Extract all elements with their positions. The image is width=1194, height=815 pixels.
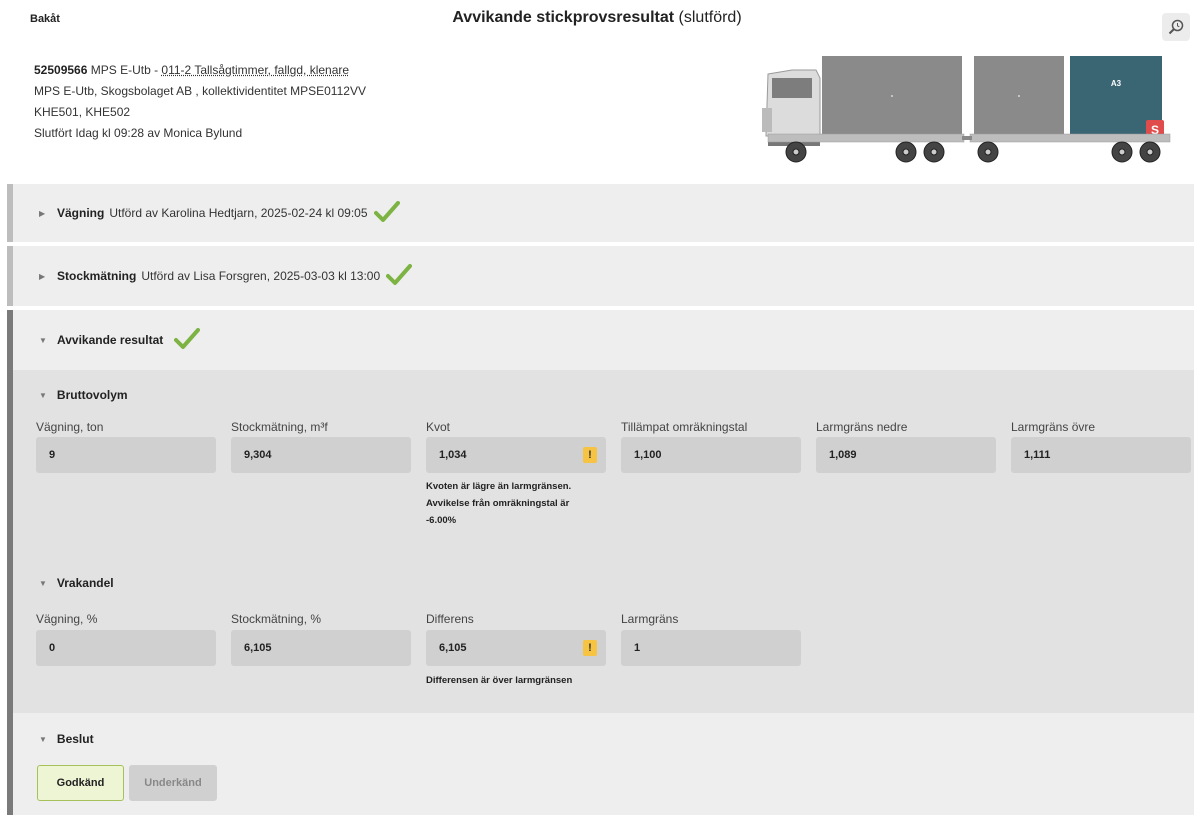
compartment-3-label: A3 (1111, 79, 1122, 88)
wheels (785, 141, 1161, 163)
search-icon (1168, 19, 1184, 35)
note-line: -6.00% (426, 515, 457, 526)
check-icon (373, 200, 400, 226)
field-alarm-upper: 1,111 (1011, 437, 1191, 473)
warning-icon: ! (583, 640, 597, 656)
gross-volume-title: Bruttovolym (56, 388, 128, 402)
compartment-2-label: - (1018, 91, 1021, 100)
gross-volume-header[interactable]: ▼ Bruttovolym (39, 388, 128, 402)
field-difference: 6,105 ! (426, 630, 606, 666)
difference-warning-note: Differensen är över larmgränsen (426, 675, 573, 686)
assortment-link[interactable]: 011-2 Tallsågtimmer, fallgd, klenare (161, 63, 349, 77)
expand-arrow-icon: ▶ (39, 271, 46, 281)
decision-title: Beslut (56, 732, 94, 746)
field-label: Larmgräns nedre (816, 420, 908, 434)
reject-button[interactable]: Underkänd (129, 765, 217, 801)
section-deviating-result[interactable]: ▼ Avvikande resultat (7, 310, 1194, 370)
ratio-warning-note: Kvoten är lägre än larmgränsen. Avvikels… (426, 478, 571, 529)
field-conversion-factor: 1,100 (621, 437, 801, 473)
page-status: (slutförd) (678, 9, 742, 26)
field-label: Tillämpat omräkningstal (621, 420, 748, 434)
note-line: Kvoten är lägre än larmgränsen. (426, 481, 572, 492)
field-alarm-lower: 1,089 (816, 437, 996, 473)
field-label: Vägning, % (36, 612, 98, 626)
field-weighing-ton: 9 (36, 437, 216, 473)
field-label: Larmgräns (621, 612, 679, 626)
field-label: Kvot (426, 420, 451, 434)
collapse-arrow-icon: ▼ (39, 335, 47, 345)
field-alarm-limit: 1 (621, 630, 801, 666)
collapse-arrow-icon: ▼ (39, 734, 47, 744)
info-line-3: KHE501, KHE502 (34, 105, 131, 119)
reject-share-panel: ▼ Vrakandel Vägning, % 0 Stockmätning, %… (7, 562, 1194, 713)
decision-panel: ▼ Beslut Godkänd Underkänd (7, 713, 1194, 815)
field-difference-value: 6,105 (439, 642, 467, 654)
delivery-id: 52509566 (34, 63, 88, 77)
field-weighing-percent: 0 (36, 630, 216, 666)
check-icon (386, 263, 413, 289)
section-weighing-title: Vägning (57, 206, 105, 220)
section-weighing[interactable]: ▶ Vägning Utförd av Karolina Hedtjarn, 2… (7, 184, 1194, 242)
check-icon (174, 327, 201, 353)
field-ratio: 1,034 ! (426, 437, 606, 473)
field-log-measuring-percent: 6,105 (231, 630, 411, 666)
field-label: Vägning, ton (36, 420, 104, 434)
reject-share-header[interactable]: ▼ Vrakandel (39, 576, 114, 590)
field-label: Differens (426, 612, 474, 626)
field-label: Stockmätning, m³f (231, 420, 328, 434)
warning-icon: ! (583, 447, 597, 463)
section-log-measuring-title: Stockmätning (57, 269, 137, 283)
zoom-button[interactable] (1162, 13, 1190, 41)
field-ratio-value: 1,034 (439, 449, 467, 461)
field-label: Stockmätning, % (231, 612, 322, 626)
collapse-arrow-icon: ▼ (39, 578, 47, 588)
section-log-measuring-sub: Utförd av Lisa Forsgren, 2025-03-03 kl 1… (141, 269, 381, 283)
section-log-measuring[interactable]: ▶ Stockmätning Utförd av Lisa Forsgren, … (7, 246, 1194, 306)
section-weighing-sub: Utförd av Karolina Hedtjarn, 2025-02-24 … (109, 206, 368, 220)
page-title: Avvikande stickprovsresultat (slutförd) (0, 9, 1194, 27)
reject-share-title: Vrakandel (56, 576, 114, 590)
compartment-1-label: - (891, 91, 894, 100)
section-log-measuring-header: ▶ Stockmätning Utförd av Lisa Forsgren, … (39, 246, 413, 306)
truck-illustration: - - A3 S (762, 56, 1171, 163)
approve-button[interactable]: Godkänd (37, 765, 124, 801)
expand-arrow-icon: ▶ (39, 208, 46, 218)
note-line: Avvikelse från omräkningstal är (426, 498, 570, 509)
delivery-org: MPS E-Utb - (87, 63, 162, 77)
info-line-4: Slutfört Idag kl 09:28 av Monica Bylund (34, 126, 243, 140)
top-bar: Bakåt Avvikande stickprovsresultat (slut… (0, 0, 1194, 44)
delivery-info: 52509566 MPS E-Utb - 011-2 Tallsågtimmer… (34, 60, 366, 144)
info-line-1: 52509566 MPS E-Utb - 011-2 Tallsågtimmer… (34, 60, 366, 81)
collapse-arrow-icon: ▼ (39, 390, 47, 400)
field-label: Larmgräns övre (1011, 420, 1096, 434)
page-title-text: Avvikande stickprovsresultat (452, 9, 675, 26)
decision-header[interactable]: ▼ Beslut (39, 732, 94, 746)
info-line-2: MPS E-Utb, Skogsbolaget AB , kollektivid… (34, 84, 366, 98)
field-log-measuring-m3f: 9,304 (231, 437, 411, 473)
section-deviating-title: Avvikande resultat (57, 333, 164, 347)
gross-volume-panel: ▼ Bruttovolym Vägning, ton 9 Stockmätnin… (7, 370, 1194, 562)
section-weighing-header: ▶ Vägning Utförd av Karolina Hedtjarn, 2… (39, 184, 400, 242)
section-deviating-header: ▼ Avvikande resultat (39, 310, 201, 370)
